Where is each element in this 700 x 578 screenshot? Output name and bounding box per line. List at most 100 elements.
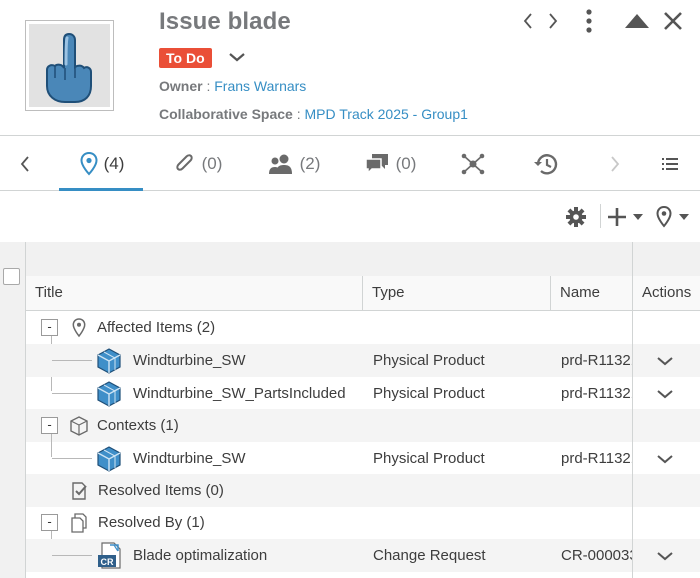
tab-discussions[interactable]: (0): [362, 137, 418, 191]
collapse-toggle[interactable]: -: [41, 319, 58, 336]
group-row-resolved-by[interactable]: - Resolved By (1): [26, 506, 700, 539]
pin-dropdown-icon: [656, 206, 689, 228]
item-thumbnail: [25, 20, 114, 111]
tab-attachments[interactable]: (0): [170, 137, 226, 191]
physical-product-icon: [96, 348, 122, 374]
row-title[interactable]: Windturbine_SW_PartsIncluded: [133, 377, 363, 410]
close-icon[interactable]: [660, 8, 686, 34]
collab-space-line: Collaborative Space : MPD Track 2025 - G…: [159, 106, 468, 122]
row-actions-chevron-icon[interactable]: [653, 450, 677, 468]
owner-separator: :: [202, 78, 215, 94]
status-dropdown-chevron-icon[interactable]: [226, 48, 248, 66]
row-actions-chevron-icon[interactable]: [653, 352, 677, 370]
tree-connector: [52, 555, 92, 556]
tab-count: (2): [299, 154, 321, 173]
column-header-title[interactable]: Title: [26, 276, 363, 311]
checklist-icon: [69, 480, 89, 502]
select-all-checkbox[interactable]: [3, 268, 20, 285]
tabs-scroll-right-icon[interactable]: [600, 137, 630, 191]
row-type: Physical Product: [373, 385, 485, 402]
pin-icon: [70, 317, 88, 339]
chat-icon: [364, 154, 388, 175]
owner-line: Owner : Frans Warnars: [159, 78, 306, 94]
table-row[interactable]: Windturbine_SW Physical Product prd-R113…: [26, 344, 700, 377]
row-name: prd-R11321: [561, 450, 632, 467]
row-type: Physical Product: [373, 450, 485, 467]
column-header-actions[interactable]: Actions: [633, 276, 700, 311]
owner-label: Owner: [159, 78, 203, 94]
network-icon: [461, 153, 485, 175]
owner-link[interactable]: Frans Warnars: [214, 78, 306, 94]
tab-members[interactable]: (2): [266, 137, 322, 191]
row-type: Physical Product: [373, 352, 485, 369]
add-item-button[interactable]: [606, 204, 646, 230]
row-name: CR-000033: [561, 547, 632, 564]
active-tab-indicator: [59, 188, 143, 191]
documents-icon: [69, 512, 89, 534]
tab-count: (0): [201, 154, 223, 173]
row-name: prd-R11321: [561, 385, 632, 402]
grid-toolbar: [0, 192, 700, 242]
status-badge[interactable]: To Do: [159, 48, 212, 68]
physical-product-icon: [96, 381, 122, 407]
group-label: Affected Items (2): [97, 319, 216, 336]
row-actions-chevron-icon[interactable]: [653, 385, 677, 403]
row-title[interactable]: Blade optimalization: [133, 539, 363, 572]
group-label: Resolved Items (0): [98, 482, 224, 499]
tree-connector: [52, 393, 92, 394]
location-filter-button[interactable]: [654, 204, 692, 230]
row-type: Change Request: [373, 547, 486, 564]
group-row-affected-items[interactable]: - Affected Items (2): [26, 311, 700, 344]
raised-finger-icon: [46, 32, 92, 103]
cube-outline-icon: [69, 415, 89, 437]
row-name: prd-R11321: [561, 352, 632, 369]
table-row[interactable]: Windturbine_SW Physical Product prd-R113…: [26, 442, 700, 475]
group-by-bar: [26, 242, 700, 276]
next-item-icon[interactable]: [543, 8, 563, 34]
actions-column-divider: [632, 242, 633, 578]
table-row[interactable]: Windturbine_SW_PartsIncluded Physical Pr…: [26, 377, 700, 410]
collapse-up-icon[interactable]: [623, 8, 651, 34]
row-selection-gutter: [0, 242, 26, 578]
group-row-resolved-items[interactable]: Resolved Items (0): [26, 474, 700, 507]
column-header-name[interactable]: Name: [551, 276, 633, 311]
paperclip-icon: [175, 154, 193, 171]
tree-connector: [52, 458, 92, 459]
tab-count: (4): [103, 154, 125, 173]
collapse-toggle[interactable]: -: [41, 417, 58, 434]
tabs-menu-icon[interactable]: [655, 137, 685, 191]
plus-dropdown-icon: [608, 208, 643, 226]
tab-history[interactable]: [528, 137, 564, 191]
tree-connector: [52, 360, 92, 361]
tab-relations[interactable]: [455, 137, 491, 191]
tab-bar: (4) (0) (2) (0): [0, 137, 700, 191]
collab-space-link[interactable]: MPD Track 2025 - Group1: [305, 106, 468, 122]
pin-icon: [80, 152, 98, 176]
item-header: Issue blade To Do Owner : Frans Warnars …: [0, 0, 700, 136]
page-title: Issue blade: [159, 8, 291, 35]
previous-item-icon[interactable]: [518, 8, 538, 34]
settings-gear-icon[interactable]: [564, 204, 588, 230]
cr-icon-text: CR: [101, 557, 114, 567]
physical-product-icon: [96, 446, 122, 472]
collab-space-label: Collaborative Space: [159, 106, 293, 122]
table-row[interactable]: CR Blade optimalization Change Request C…: [26, 539, 700, 572]
tab-count: (0): [395, 154, 417, 173]
items-grid: Title Type Name Actions - Affected Items…: [0, 242, 700, 578]
group-row-contexts[interactable]: - Contexts (1): [26, 409, 700, 442]
change-request-icon: CR: [96, 542, 124, 570]
row-actions-chevron-icon[interactable]: [653, 547, 677, 565]
tabs-scroll-left-icon[interactable]: [10, 137, 40, 191]
tab-locations[interactable]: (4): [68, 137, 136, 191]
people-icon: [268, 154, 292, 174]
group-label: Resolved By (1): [98, 514, 205, 531]
row-title[interactable]: Windturbine_SW: [133, 344, 363, 377]
history-icon: [534, 154, 558, 175]
row-title[interactable]: Windturbine_SW: [133, 442, 363, 475]
collab-space-separator: :: [292, 106, 305, 122]
collapse-toggle[interactable]: -: [41, 514, 58, 531]
more-options-icon[interactable]: [578, 8, 600, 34]
group-label: Contexts (1): [97, 417, 179, 434]
toolbar-divider: [600, 204, 601, 228]
column-header-type[interactable]: Type: [363, 276, 551, 311]
